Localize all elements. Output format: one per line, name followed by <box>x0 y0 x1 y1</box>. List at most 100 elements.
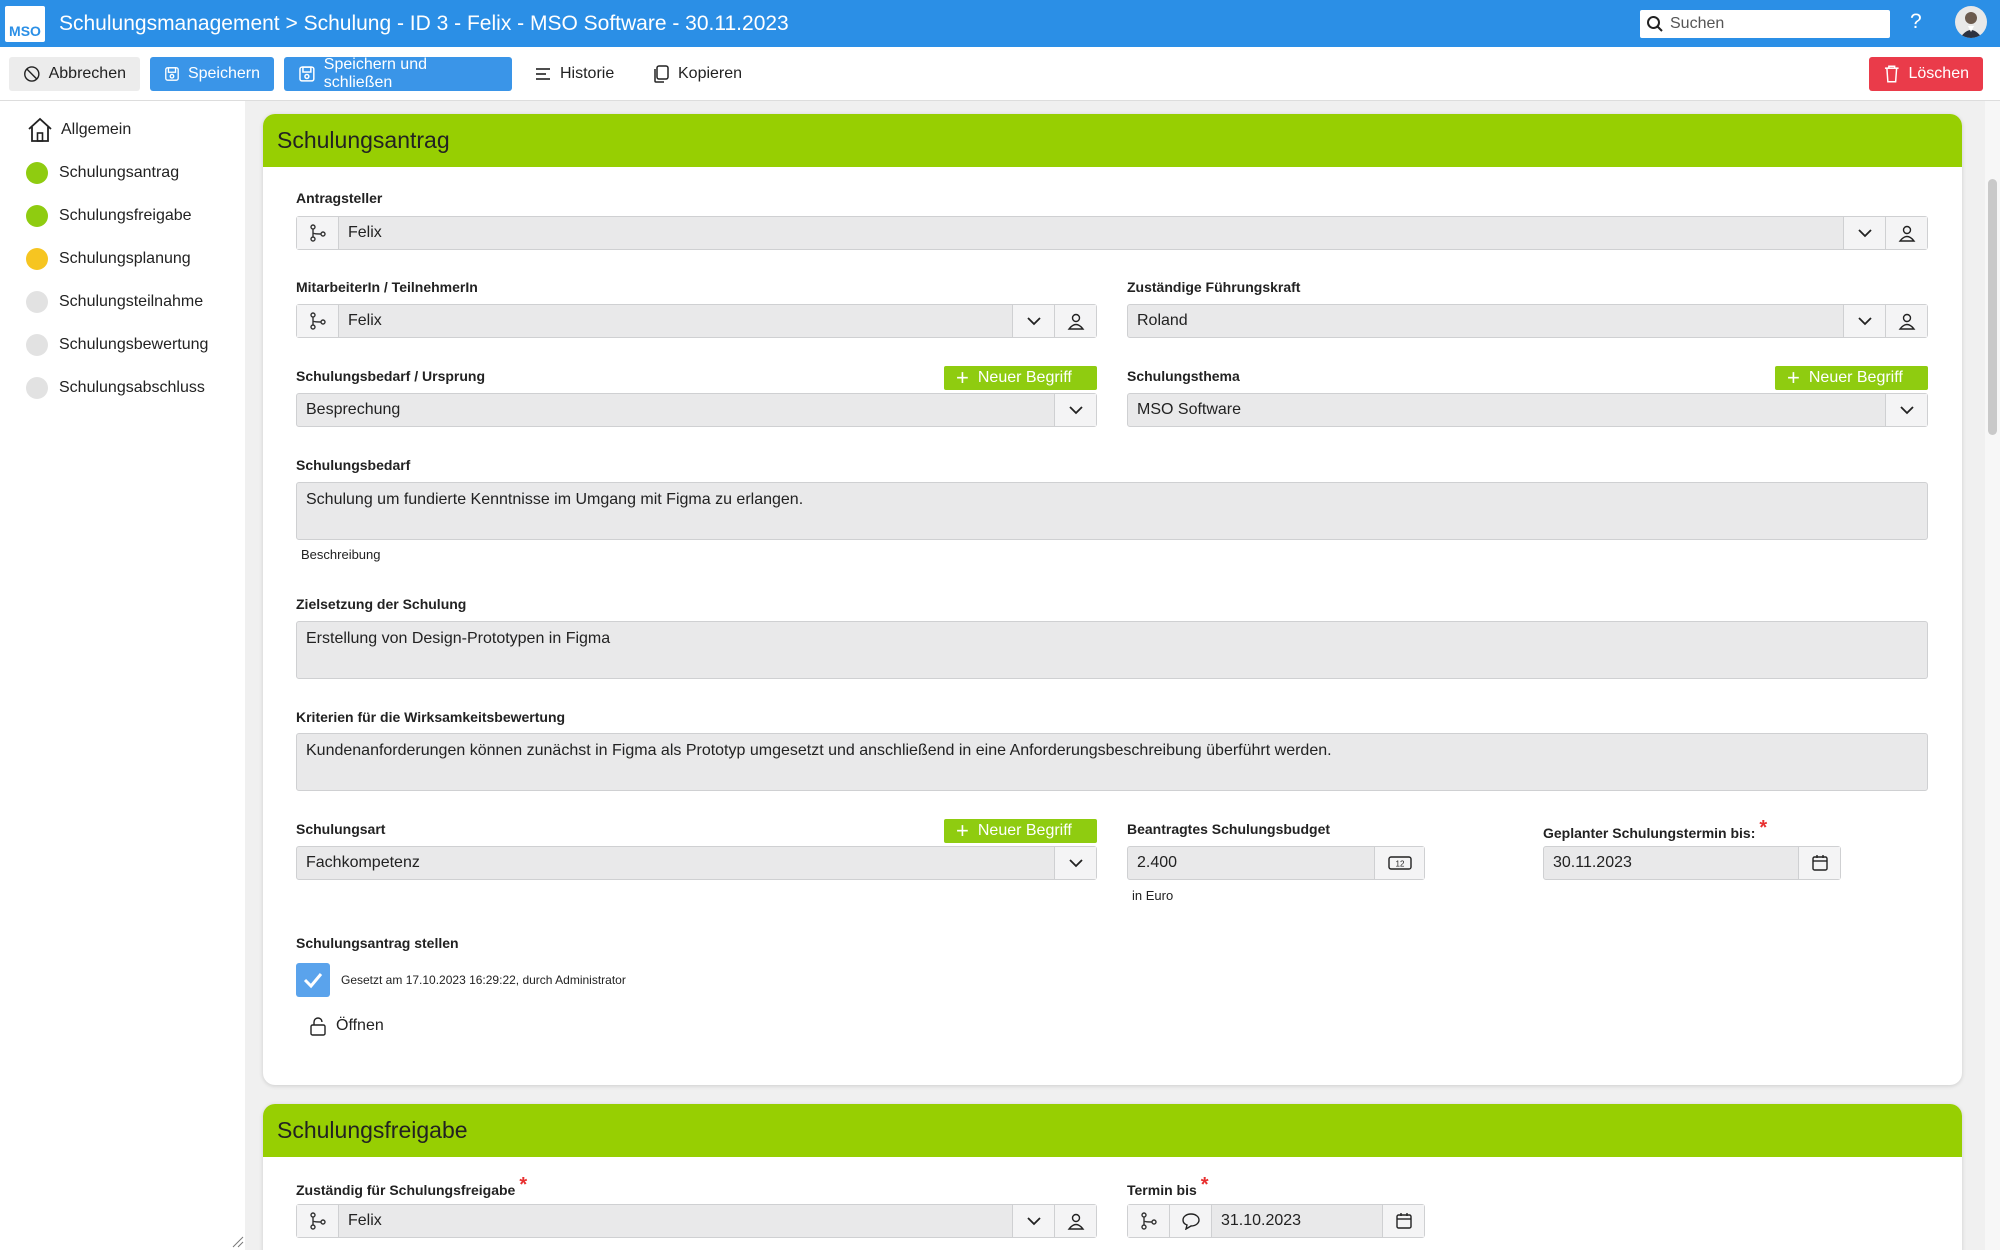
search-box[interactable] <box>1640 10 1890 38</box>
user-icon[interactable] <box>1054 305 1096 337</box>
chevron-down-icon[interactable] <box>1012 305 1054 337</box>
title-bar: MSO Schulungsmanagement > Schulung - ID … <box>0 0 2000 47</box>
status-dot-done <box>26 205 48 227</box>
hierarchy-icon[interactable] <box>297 305 339 337</box>
user-icon[interactable] <box>1885 305 1927 337</box>
sidebar-item-label: Schulungsplanung <box>59 250 191 267</box>
save-icon <box>165 67 179 81</box>
delete-button[interactable]: Löschen <box>1869 57 1983 91</box>
plus-icon: + <box>956 818 969 843</box>
kriterien-textarea[interactable]: Kundenanforderungen können zunächst in F… <box>296 733 1928 791</box>
hierarchy-icon[interactable] <box>297 217 339 249</box>
save-label: Speichern <box>187 65 260 82</box>
calendar-icon[interactable] <box>1798 847 1840 879</box>
chevron-down-icon[interactable] <box>1843 217 1885 249</box>
search-input[interactable] <box>1670 15 1870 33</box>
thema-select[interactable]: MSO Software <box>1127 393 1928 427</box>
new-term-button[interactable]: + Neuer Begriff <box>1775 366 1928 390</box>
unlock-icon <box>310 1017 326 1036</box>
copy-icon <box>654 65 669 83</box>
stellen-checkbox[interactable] <box>296 963 330 997</box>
save-close-button[interactable]: Speichern und schließen <box>284 56 512 91</box>
sidebar-resize-handle[interactable] <box>232 1236 244 1248</box>
status-dot-open <box>26 291 48 313</box>
user-avatar[interactable] <box>1955 6 1987 38</box>
search-icon <box>1647 16 1663 32</box>
bedarf-ursprung-select[interactable]: Besprechung <box>296 393 1097 427</box>
fuehrungskraft-field[interactable]: Roland <box>1127 304 1928 338</box>
budget-label: Beantragtes Schulungsbudget <box>1127 821 1331 837</box>
sidebar-item-allgemein[interactable]: Allgemein <box>26 117 132 142</box>
new-term-button[interactable]: + Neuer Begriff <box>944 366 1097 390</box>
sidebar-item-schulungsfreigabe[interactable]: Schulungsfreigabe <box>26 204 192 228</box>
plus-icon: + <box>1787 365 1800 390</box>
user-icon[interactable] <box>1054 1205 1096 1237</box>
chevron-down-icon[interactable] <box>1054 394 1096 426</box>
sidebar-item-schulungsantrag[interactable]: Schulungsantrag <box>26 161 179 185</box>
hierarchy-icon[interactable] <box>1128 1205 1170 1237</box>
zustaendig-label-text: Zuständig für Schulungsfreigabe <box>296 1182 516 1198</box>
cancel-button[interactable]: Abbrechen <box>9 57 140 91</box>
save-close-label: Speichern und schließen <box>323 56 427 91</box>
sidebar: Allgemein Schulungsantrag Schulungsfreig… <box>0 101 245 1250</box>
required-mark: * <box>1759 817 1768 839</box>
user-icon[interactable] <box>1885 217 1927 249</box>
bedarf-textarea[interactable]: Schulung um fundierte Kenntnisse im Umga… <box>296 482 1928 540</box>
comment-icon[interactable] <box>1170 1205 1212 1237</box>
help-icon[interactable]: ? <box>1910 10 1922 34</box>
zustaendig-field[interactable]: Felix <box>296 1204 1097 1238</box>
bedarf-label: Schulungsbedarf <box>296 457 411 473</box>
chevron-down-icon[interactable] <box>1012 1205 1054 1237</box>
chevron-down-icon[interactable] <box>1885 394 1927 426</box>
bedarf-ursprung-value: Besprechung <box>306 401 401 418</box>
window-title: Schulungsmanagement > Schulung - ID 3 - … <box>59 11 789 35</box>
status-dot-open <box>26 377 48 399</box>
delete-label: Löschen <box>1908 65 1970 82</box>
status-dot-done <box>26 162 48 184</box>
chevron-down-icon[interactable] <box>1843 305 1885 337</box>
scrollbar-thumb[interactable] <box>1988 179 1997 435</box>
antragsteller-field[interactable]: Felix <box>296 216 1928 250</box>
stellen-info: Gesetzt am 17.10.2023 16:29:22, durch Ad… <box>341 973 626 987</box>
fuehrungskraft-value: Roland <box>1137 312 1188 329</box>
zustaendig-value: Felix <box>348 1212 382 1229</box>
sidebar-item-schulungsplanung[interactable]: Schulungsplanung <box>26 247 191 271</box>
chevron-down-icon[interactable] <box>1054 847 1096 879</box>
hierarchy-icon[interactable] <box>297 1205 339 1237</box>
mso-logo[interactable]: MSO <box>5 5 45 42</box>
required-mark: * <box>1200 1174 1209 1196</box>
history-button[interactable]: Historie <box>520 57 628 91</box>
budget-field[interactable]: 2.400 12 <box>1127 846 1425 880</box>
status-dot-open <box>26 334 48 356</box>
bedarf-ursprung-label: Schulungsbedarf / Ursprung <box>296 368 486 384</box>
sidebar-item-label: Allgemein <box>61 121 132 138</box>
history-label: Historie <box>560 65 615 82</box>
termin-date-field[interactable]: 30.11.2023 <box>1543 846 1841 880</box>
new-term-label: Neuer Begriff <box>977 822 1072 839</box>
number-icon[interactable]: 12 <box>1374 847 1424 879</box>
new-term-button[interactable]: + Neuer Begriff <box>944 819 1097 843</box>
open-button[interactable]: Öffnen <box>308 1014 384 1038</box>
copy-label: Kopieren <box>678 65 743 82</box>
mitarbeiter-field[interactable]: Felix <box>296 304 1097 338</box>
sidebar-item-schulungsabschluss[interactable]: Schulungsabschluss <box>26 376 205 400</box>
thema-label: Schulungsthema <box>1127 368 1240 384</box>
sidebar-item-schulungsbewertung[interactable]: Schulungsbewertung <box>26 333 208 357</box>
art-select[interactable]: Fachkompetenz <box>296 846 1097 880</box>
save-button[interactable]: Speichern <box>150 57 274 91</box>
copy-button[interactable]: Kopieren <box>638 57 756 91</box>
section-title: Schulungsfreigabe <box>263 1104 1962 1157</box>
cancel-icon <box>24 66 40 82</box>
art-value: Fachkompetenz <box>306 854 420 871</box>
toolbar: Abbrechen Speichern Speichern und schlie… <box>0 47 2000 101</box>
calendar-icon[interactable] <box>1382 1205 1424 1237</box>
freigabe-termin-field[interactable]: 31.10.2023 <box>1127 1204 1425 1238</box>
sidebar-item-label: Schulungsantrag <box>59 164 180 181</box>
stellen-label: Schulungsantrag stellen <box>296 935 459 951</box>
scrollbar[interactable] <box>1985 101 2000 1250</box>
ziel-textarea[interactable]: Erstellung von Design-Prototypen in Figm… <box>296 621 1928 679</box>
mitarbeiter-value: Felix <box>348 312 382 329</box>
sidebar-item-schulungsteilnahme[interactable]: Schulungsteilnahme <box>26 290 203 314</box>
checkmark-icon <box>303 973 323 989</box>
freigabe-termin-label-text: Termin bis <box>1127 1182 1197 1198</box>
